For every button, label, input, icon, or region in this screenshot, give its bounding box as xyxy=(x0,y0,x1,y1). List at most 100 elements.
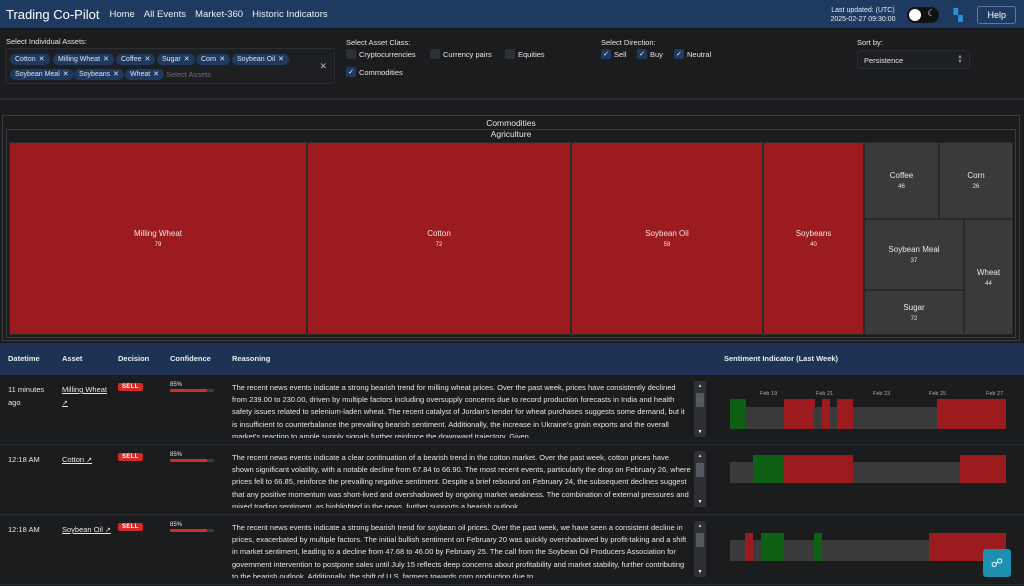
scroll-up-icon[interactable]: ▲ xyxy=(694,523,706,529)
checkbox-sell[interactable]: ✓ Sell xyxy=(601,49,627,59)
asset-chip[interactable]: Wheat ✕ xyxy=(125,69,165,80)
treemap-tile[interactable]: Coffee 46 xyxy=(864,142,939,219)
scroll-thumb[interactable] xyxy=(696,463,704,477)
row-reasoning: The recent news events indicate a strong… xyxy=(232,523,687,578)
select-arrows-icon: ▲ ▼ xyxy=(957,54,963,65)
sentiment-indicator xyxy=(722,515,1012,585)
decision-badge: SELL xyxy=(118,523,143,531)
checkbox-buy[interactable]: ✓ Buy xyxy=(637,49,663,59)
row-asset-link[interactable]: Cotton ↗ xyxy=(62,453,112,467)
checkbox-cryptocurrencies[interactable]: Cryptocurrencies xyxy=(346,49,416,59)
treemap-tile[interactable]: Milling Wheat 79 xyxy=(9,142,307,335)
row-reasoning: The recent news events indicate a clear … xyxy=(232,453,691,508)
clear-all-icon[interactable]: ✕ xyxy=(319,61,327,72)
scroll-thumb[interactable] xyxy=(696,533,704,547)
nav-home[interactable]: Home xyxy=(109,9,134,20)
brand-title[interactable]: Trading Co-Pilot xyxy=(6,7,99,22)
treemap-tile[interactable]: Soybeans 40 xyxy=(763,142,864,335)
check-icon[interactable]: ✓ xyxy=(637,49,647,59)
table-row: 12:18 AM Soybean Oil ↗ SELL 85% The recent n… xyxy=(0,515,1024,585)
assets-search-input[interactable]: Select Assets xyxy=(166,70,211,79)
remove-chip-icon[interactable]: ✕ xyxy=(39,56,45,63)
asset-class-label: Select Asset Class: xyxy=(346,38,411,47)
scroll-up-icon[interactable]: ▲ xyxy=(694,453,706,459)
navbar: Trading Co-Pilot Home All Events Market-… xyxy=(0,0,1024,29)
remove-chip-icon[interactable]: ✕ xyxy=(103,56,109,63)
asset-chip[interactable]: Corn ✕ xyxy=(196,54,231,65)
moon-icon: ☾ xyxy=(927,7,936,18)
scroll-down-icon[interactable]: ▼ xyxy=(694,569,706,575)
remove-chip-icon[interactable]: ✕ xyxy=(153,71,159,78)
sort-select[interactable]: Persistence ▲ ▼ xyxy=(857,50,970,69)
asset-chip[interactable]: Soybean Oil ✕ xyxy=(232,54,290,65)
reasoning-scrollbar[interactable]: ▲ ▼ xyxy=(694,521,706,577)
row-datetime: 12:18 AM xyxy=(8,455,40,464)
sentiment-indicator xyxy=(722,445,1012,515)
check-icon[interactable]: ✓ xyxy=(601,49,611,59)
treemap-tile[interactable]: Soybean Meal 37 xyxy=(864,219,964,290)
scroll-thumb[interactable] xyxy=(696,393,704,407)
filters-panel: Select Individual Assets: Cotton ✕ Millin… xyxy=(0,29,1024,97)
asset-chip[interactable]: Cotton ✕ xyxy=(10,54,50,65)
reasoning-scrollbar[interactable]: ▲ ▼ xyxy=(694,381,706,437)
nav-historic-indicators[interactable]: Historic Indicators xyxy=(252,9,328,20)
asset-chip[interactable]: Soybean Meal ✕ xyxy=(10,69,74,80)
remove-chip-icon[interactable]: ✕ xyxy=(63,71,69,78)
remove-chip-icon[interactable]: ✕ xyxy=(219,56,225,63)
asset-chip[interactable]: Milling Wheat ✕ xyxy=(53,54,114,65)
remove-chip-icon[interactable]: ✕ xyxy=(113,71,119,78)
header-decision[interactable]: Decision xyxy=(118,354,149,363)
reasoning-scrollbar[interactable]: ▲ ▼ xyxy=(694,451,706,507)
asset-chip[interactable]: Coffee ✕ xyxy=(116,54,156,65)
checkbox-currency-pairs[interactable]: Currency pairs xyxy=(430,49,492,59)
tile-value: 40 xyxy=(810,242,817,248)
remove-chip-icon[interactable]: ✕ xyxy=(145,56,151,63)
tile-name: Coffee xyxy=(889,171,914,180)
assets-label: Select Individual Assets: xyxy=(6,37,87,46)
asset-multiselect[interactable]: Cotton ✕ Milling Wheat ✕ Coffee ✕ Sugar ✕ Co… xyxy=(5,48,335,84)
scroll-down-icon[interactable]: ▼ xyxy=(694,499,706,505)
help-button[interactable]: Help xyxy=(977,5,1016,24)
tile-name: Soybean Oil xyxy=(645,229,689,238)
signals-table-header: Datetime Asset Decision Confidence Reaso… xyxy=(0,343,1024,375)
treemap-tile[interactable]: Wheat 44 xyxy=(964,219,1013,335)
treemap-tile[interactable]: Cotton 72 xyxy=(307,142,571,335)
remove-chip-icon[interactable]: ✕ xyxy=(184,56,190,63)
row-asset-link[interactable]: Soybean Oil ↗ xyxy=(62,523,112,537)
confidence-fill xyxy=(170,459,208,462)
treemap-tile[interactable]: Soybean Oil 58 xyxy=(571,142,763,335)
chat-support-button[interactable]: ☍ xyxy=(983,549,1011,577)
asset-chip[interactable]: Sugar ✕ xyxy=(157,54,195,65)
checkbox-commodities[interactable]: ✓ Commodities xyxy=(346,67,403,77)
check-icon[interactable]: ✓ xyxy=(346,67,356,77)
row-asset-link[interactable]: Milling Wheat ↗ xyxy=(62,383,112,410)
header-confidence[interactable]: Confidence xyxy=(170,354,211,363)
external-link-icon: ↗ xyxy=(86,457,93,464)
tile-value: 37 xyxy=(910,258,918,264)
header-datetime[interactable]: Datetime xyxy=(8,354,40,363)
confidence-bar xyxy=(170,389,214,392)
check-icon[interactable]: ✓ xyxy=(674,49,684,59)
header-asset[interactable]: Asset xyxy=(62,354,82,363)
remove-chip-icon[interactable]: ✕ xyxy=(278,56,284,63)
sentiment-bars xyxy=(730,533,1007,561)
nav-all-events[interactable]: All Events xyxy=(144,9,186,20)
treemap-tile[interactable]: Sugar 72 xyxy=(864,290,964,335)
asset-chip[interactable]: Soybeans ✕ xyxy=(74,69,125,80)
checkbox-equities[interactable]: Equities xyxy=(505,49,545,59)
checkbox-box[interactable] xyxy=(505,49,515,59)
treemap-tile[interactable]: Corn 26 xyxy=(939,142,1013,219)
header-reasoning[interactable]: Reasoning xyxy=(232,354,270,363)
checkbox-box[interactable] xyxy=(430,49,440,59)
tile-value: 46 xyxy=(898,184,905,190)
checkbox-box[interactable] xyxy=(346,49,356,59)
checkbox-neutral[interactable]: ✓ Neutral xyxy=(674,49,711,59)
scroll-down-icon[interactable]: ▼ xyxy=(694,429,706,435)
theme-toggle[interactable]: ☾ xyxy=(907,6,940,23)
nav-market-360[interactable]: Market-360 xyxy=(195,9,243,20)
tile-name: Wheat xyxy=(976,267,1001,277)
table-row: 12:18 AM Cotton ↗ SELL 85% The recent news e… xyxy=(0,445,1024,515)
header-sentiment: Sentiment Indicator (Last Week) xyxy=(724,354,839,363)
scroll-up-icon[interactable]: ▲ xyxy=(694,383,706,389)
tile-name: Milling Wheat xyxy=(133,229,182,238)
